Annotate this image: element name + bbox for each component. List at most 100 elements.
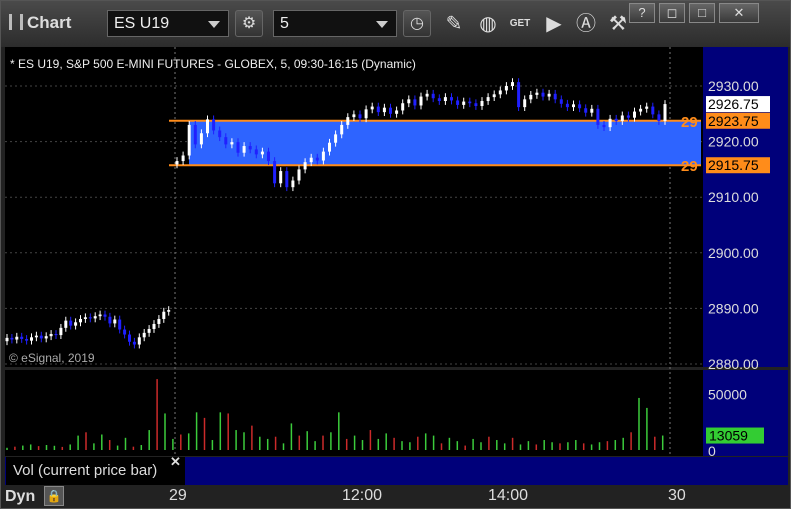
pencil-icon: ✎ — [445, 13, 463, 35]
candle-body — [212, 119, 216, 131]
x-tick-label: 29 — [169, 487, 187, 504]
clock-button[interactable]: ◷ — [403, 10, 431, 37]
candle-body — [34, 335, 38, 338]
restore-button[interactable]: ◻ — [659, 3, 685, 23]
candle-body — [602, 124, 606, 128]
candle-body — [181, 155, 185, 162]
symbol-combo[interactable]: ES U19 — [107, 10, 229, 37]
candle-body — [242, 146, 246, 153]
candle-body — [224, 137, 228, 145]
chevron-down-icon — [208, 21, 220, 28]
candle-body — [254, 149, 258, 155]
chart-info-text: * ES U19, S&P 500 E-MINI FUTURES - GLOBE… — [10, 57, 416, 71]
candle-body — [523, 99, 527, 108]
candle-body — [553, 93, 557, 100]
play-button[interactable]: ▶ — [541, 11, 567, 37]
candle-body — [389, 107, 392, 114]
window-title-text: Chart — [27, 13, 72, 32]
candle-body — [443, 97, 447, 102]
band-high-tag: 29 — [681, 114, 698, 131]
copyright-text: © eSignal, 2019 — [9, 351, 95, 365]
candle-body — [626, 115, 630, 118]
candle-body — [633, 111, 636, 118]
candle-body — [132, 341, 136, 345]
candle-body — [152, 323, 156, 329]
candle-body — [309, 157, 313, 163]
interval-value: 5 — [280, 15, 289, 32]
dyn-button[interactable]: Dyn — [5, 486, 35, 508]
price-tick-label: 2910.00 — [708, 189, 759, 205]
alert-button[interactable]: Ⓐ — [573, 11, 599, 37]
candle-body — [74, 322, 78, 326]
get-button[interactable]: GET — [507, 11, 533, 37]
maximize-icon: □ — [698, 5, 706, 20]
candle-body — [535, 92, 539, 95]
candle-body — [498, 90, 502, 95]
candle-body — [236, 142, 240, 153]
candle-body — [541, 92, 545, 97]
x-tick-label: 14:00 — [488, 487, 529, 504]
candle-body — [103, 314, 107, 317]
alert-icon: Ⓐ — [576, 13, 596, 35]
candle-body — [10, 337, 14, 340]
studies-icon: ◍ — [479, 13, 497, 35]
candle-body — [83, 317, 87, 319]
candle-body — [663, 104, 667, 122]
volume-study-label[interactable]: Vol (current price bar) — [6, 457, 185, 485]
candle-body — [425, 93, 429, 97]
candle-body — [199, 133, 203, 145]
tools-button[interactable]: ⚒ — [605, 11, 631, 37]
clock-icon: ◷ — [410, 15, 424, 32]
band-low-tag: 29 — [681, 158, 698, 175]
candle-body — [30, 337, 33, 341]
candle-body — [285, 171, 289, 188]
help-button[interactable]: ? — [629, 3, 655, 23]
candle-body — [303, 162, 307, 170]
price-tick-label: 2880.00 — [708, 356, 759, 372]
window-title[interactable]: Chart — [9, 13, 71, 33]
draw-pencil-button[interactable]: ✎ — [441, 11, 467, 37]
play-icon: ▶ — [546, 13, 562, 35]
title-bar: Chart ES U19 ⚙ 5 ◷ ✎ ◍ GET ▶ Ⓐ ⚒ ? ◻ □ ✕ — [1, 1, 790, 47]
price-tick-label: 2900.00 — [708, 245, 759, 261]
candle-body — [315, 157, 319, 161]
interval-combo[interactable]: 5 — [273, 10, 397, 37]
candle-body — [358, 114, 362, 119]
candle-body — [504, 86, 508, 91]
settings-gear-button[interactable]: ⚙ — [235, 10, 263, 37]
candle-body — [480, 101, 484, 107]
maximize-button[interactable]: □ — [689, 3, 715, 23]
last-price-label: 2926.75 — [708, 96, 759, 112]
candle-body — [364, 109, 368, 119]
close-button[interactable]: ✕ — [719, 3, 759, 23]
candle-body — [118, 319, 122, 330]
band-low-price-label: 2915.75 — [708, 157, 759, 173]
band-fill — [189, 120, 701, 166]
candle-body — [39, 335, 43, 339]
candle-body — [137, 337, 141, 345]
volume-tick-label: 0 — [708, 443, 716, 459]
candle-body — [44, 336, 48, 339]
candle-body — [273, 161, 277, 184]
candle-body — [321, 151, 325, 161]
candle-body — [79, 318, 82, 323]
lock-icon[interactable]: 🔒 — [44, 486, 64, 506]
candle-body — [98, 314, 102, 317]
candle-body — [352, 114, 356, 118]
candle-body — [620, 115, 624, 122]
candle-body — [608, 118, 612, 128]
candle-body — [401, 103, 405, 111]
studies-button[interactable]: ◍ — [475, 11, 501, 37]
candle-body — [645, 106, 649, 109]
candle-body — [147, 328, 151, 333]
price-chart[interactable]: 29 29 2930.00 2920.00 2910.00 2900.00 2890.00… — [1, 47, 790, 487]
candle-body — [49, 333, 53, 337]
candle-body — [614, 118, 618, 122]
candle-body — [206, 119, 209, 134]
candle-body — [437, 98, 441, 102]
candle-body — [5, 337, 9, 342]
candle-body — [450, 97, 453, 101]
candle-body — [123, 329, 127, 335]
volume-study-close-icon[interactable]: ✕ — [170, 454, 181, 470]
candle-body — [529, 94, 533, 100]
